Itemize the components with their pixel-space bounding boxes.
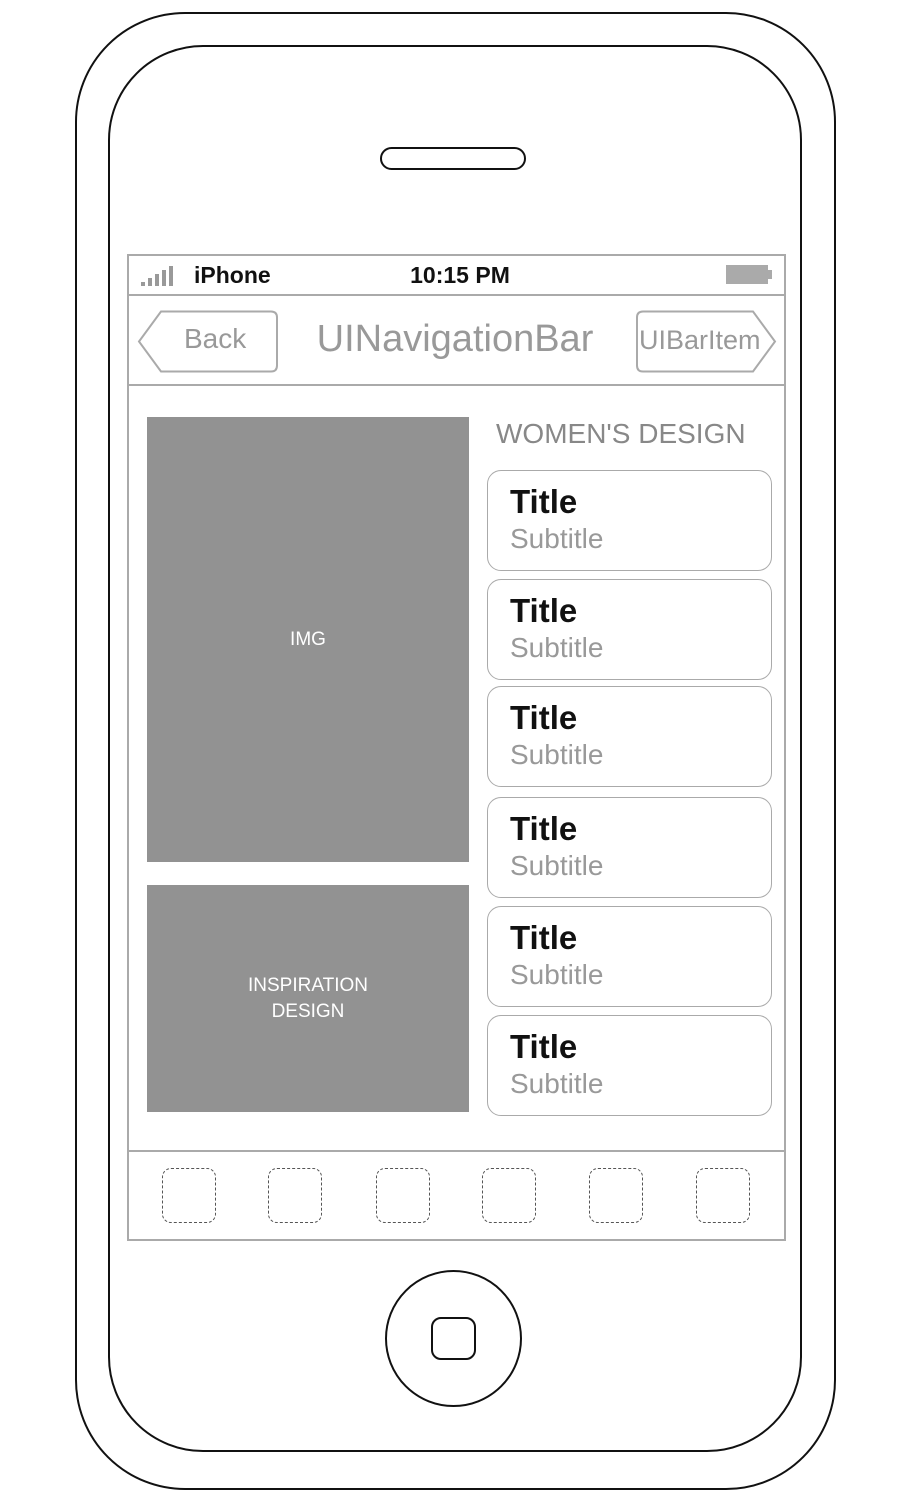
battery-icon	[726, 265, 768, 284]
card-title: Title	[510, 699, 578, 736]
back-button-label: Back	[184, 323, 247, 354]
image-placeholder-main[interactable]: IMG	[147, 417, 469, 862]
tab-item-5[interactable]	[589, 1168, 643, 1223]
card-title: Title	[510, 810, 578, 847]
speaker-slot	[380, 147, 526, 170]
card-subtitle: Subtitle	[510, 1068, 604, 1099]
inspiration-design-image[interactable]: INSPIRATION DESIGN	[147, 885, 469, 1112]
bar-item-label: UIBarItem	[639, 325, 761, 355]
list-card[interactable]: Title Subtitle	[487, 470, 772, 571]
card-title: Title	[510, 1028, 578, 1065]
list-card[interactable]: Title Subtitle	[487, 1015, 772, 1116]
signal-bars-icon	[141, 256, 181, 296]
section-heading: WOMEN'S DESIGN	[496, 418, 746, 449]
back-button[interactable]: Back	[137, 310, 279, 373]
tab-item-4[interactable]	[482, 1168, 536, 1223]
nav-title: UINavigationBar	[316, 318, 594, 360]
list-card[interactable]: Title Subtitle	[487, 686, 772, 787]
card-subtitle: Subtitle	[510, 523, 604, 554]
tab-item-1[interactable]	[162, 1168, 216, 1223]
list-card[interactable]: Title Subtitle	[487, 906, 772, 1007]
card-subtitle: Subtitle	[510, 959, 604, 990]
card-title: Title	[510, 483, 578, 520]
list-card[interactable]: Title Subtitle	[487, 579, 772, 680]
bar-item-button[interactable]: UIBarItem	[635, 310, 777, 373]
card-subtitle: Subtitle	[510, 632, 604, 663]
card-subtitle: Subtitle	[510, 850, 604, 881]
battery-tip	[768, 270, 772, 279]
tab-bar	[129, 1150, 784, 1239]
status-time: 10:15 PM	[410, 262, 510, 288]
card-title: Title	[510, 919, 578, 956]
tab-item-2[interactable]	[268, 1168, 322, 1223]
card-subtitle: Subtitle	[510, 739, 604, 770]
tab-item-3[interactable]	[376, 1168, 430, 1223]
home-square-icon	[431, 1317, 476, 1360]
card-title: Title	[510, 592, 578, 629]
list-card[interactable]: Title Subtitle	[487, 797, 772, 898]
tab-item-6[interactable]	[696, 1168, 750, 1223]
carrier-label: iPhone	[194, 262, 271, 288]
